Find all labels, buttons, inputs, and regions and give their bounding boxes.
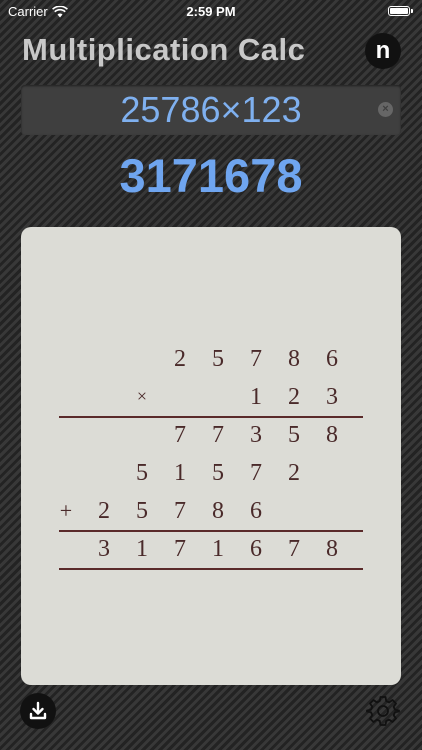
times-sign: × bbox=[136, 386, 148, 406]
digit: 7 bbox=[174, 422, 186, 448]
gear-icon bbox=[366, 696, 400, 726]
digit: 5 bbox=[212, 346, 224, 372]
digit: 8 bbox=[212, 498, 224, 524]
digit: 8 bbox=[326, 422, 338, 448]
expression-input[interactable]: 25786×123 × bbox=[21, 85, 401, 135]
status-bar: Carrier 2:59 PM bbox=[0, 0, 422, 24]
digit: 6 bbox=[250, 536, 262, 562]
digit: 1 bbox=[250, 384, 262, 410]
digit: 5 bbox=[136, 498, 148, 524]
rule-line bbox=[59, 416, 363, 418]
digit: 7 bbox=[212, 422, 224, 448]
digit: 8 bbox=[326, 536, 338, 562]
digit: 5 bbox=[212, 460, 224, 486]
result-value: 3171678 bbox=[119, 149, 303, 202]
digit: 2 bbox=[288, 384, 300, 410]
battery-icon bbox=[388, 6, 413, 16]
expression-text: 25786×123 bbox=[120, 89, 302, 130]
download-button[interactable] bbox=[20, 693, 56, 729]
menu-button[interactable]: n bbox=[365, 33, 401, 69]
digit: 1 bbox=[136, 536, 148, 562]
digit: 6 bbox=[250, 498, 262, 524]
digit: 1 bbox=[212, 536, 224, 562]
digit: 7 bbox=[174, 498, 186, 524]
digit: 1 bbox=[174, 460, 186, 486]
long-multiplication-card: 2 5 7 8 6 × 1 2 3 7 7 3 5 8 5 1 5 7 2 + … bbox=[21, 227, 401, 685]
digit: 3 bbox=[98, 536, 110, 562]
digit: 7 bbox=[288, 536, 300, 562]
digit: 7 bbox=[250, 346, 262, 372]
digit: 6 bbox=[326, 346, 338, 372]
page-title: Multiplication Calc bbox=[22, 32, 306, 67]
digit: 8 bbox=[288, 346, 300, 372]
status-time: 2:59 PM bbox=[186, 4, 236, 19]
digit: 3 bbox=[250, 422, 262, 448]
digit: 2 bbox=[288, 460, 300, 486]
clear-icon[interactable]: × bbox=[378, 102, 393, 117]
digit: 3 bbox=[326, 384, 338, 410]
digit: 5 bbox=[136, 460, 148, 486]
plus-sign: + bbox=[59, 498, 73, 523]
digit: 2 bbox=[174, 346, 186, 372]
digit: 7 bbox=[174, 536, 186, 562]
settings-button[interactable] bbox=[365, 693, 401, 729]
rule-line bbox=[59, 568, 363, 570]
digit: 7 bbox=[250, 460, 262, 486]
digit: 2 bbox=[98, 498, 110, 524]
digit: 5 bbox=[288, 422, 300, 448]
rule-line bbox=[59, 530, 363, 532]
download-icon bbox=[29, 701, 47, 720]
